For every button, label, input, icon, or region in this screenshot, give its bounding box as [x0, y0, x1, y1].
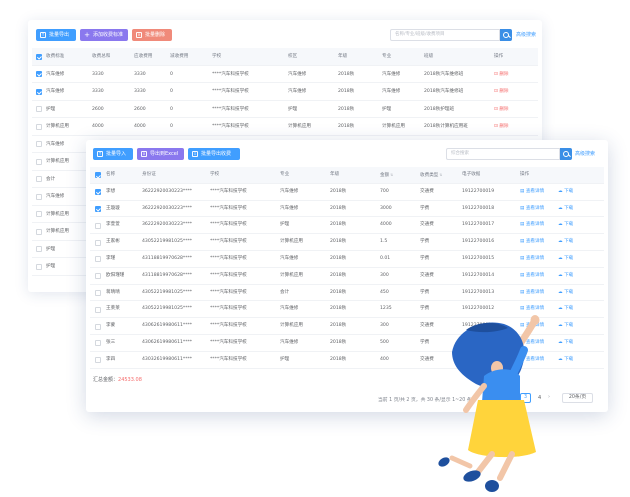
cheering-girl-illustration — [438, 315, 540, 492]
